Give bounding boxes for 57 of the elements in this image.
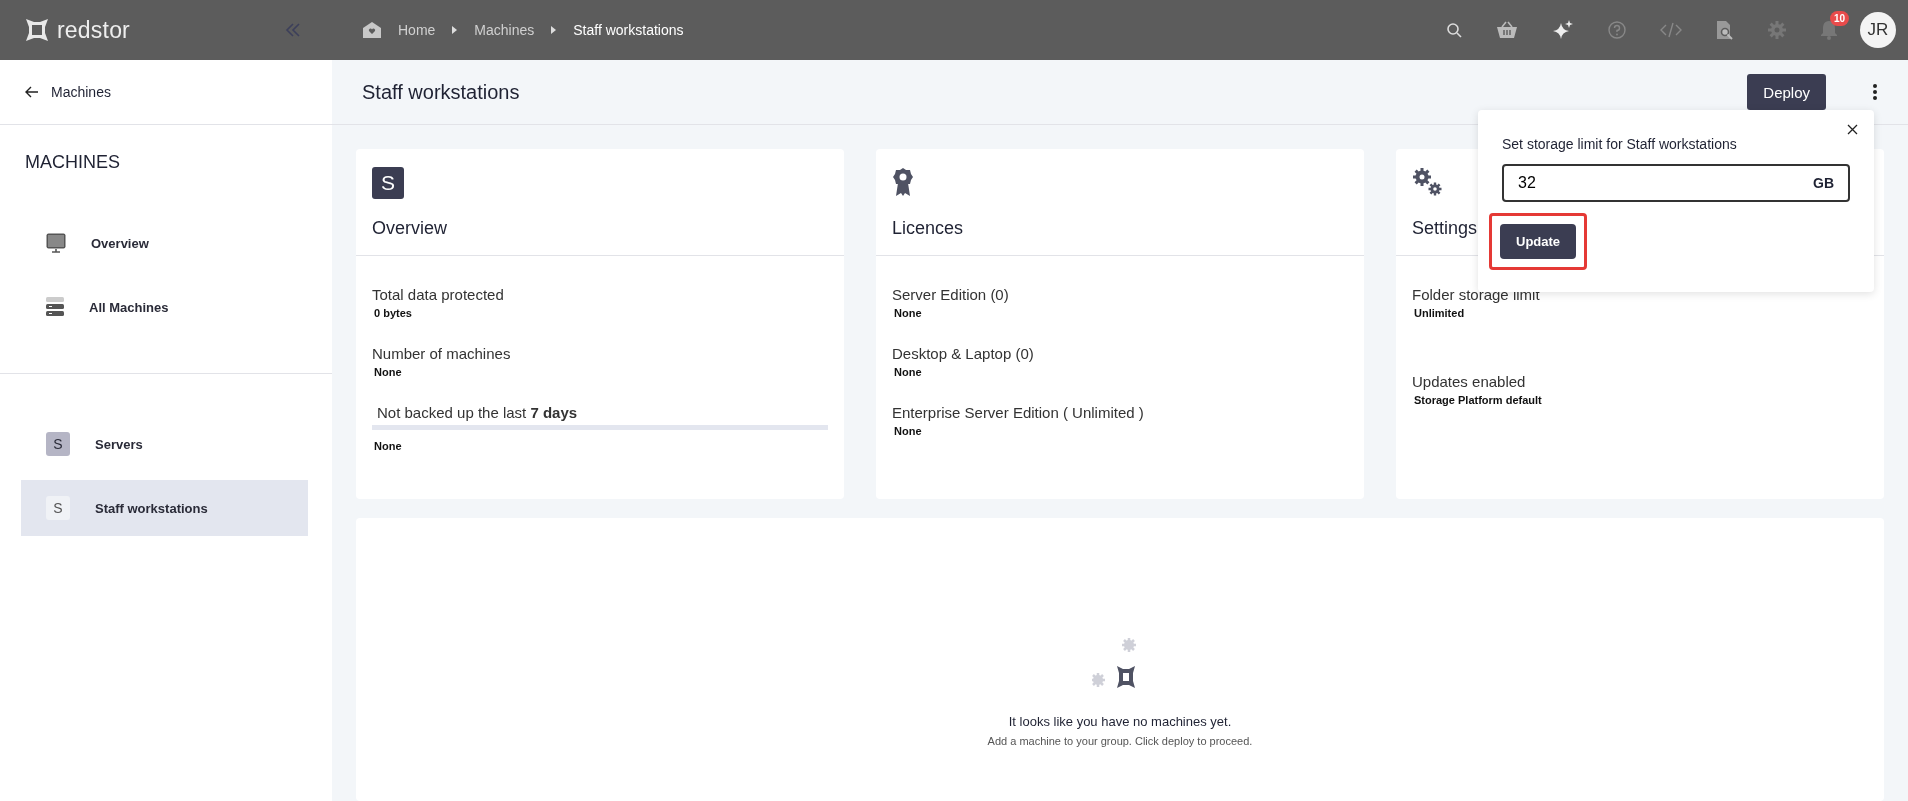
home-icon[interactable]	[362, 21, 382, 39]
field-label: Updates enabled	[1412, 373, 1527, 390]
letter-avatar: S	[46, 496, 70, 520]
award-ribbon-icon	[892, 167, 914, 197]
sidebar-item[interactable]: Overview	[21, 215, 308, 271]
sidebar-item[interactable]: S Servers	[21, 416, 308, 472]
user-avatar[interactable]: JR	[1860, 12, 1896, 48]
unit-label: GB	[1813, 175, 1834, 191]
back-arrow-icon[interactable]	[25, 86, 39, 98]
field-value: None	[893, 307, 923, 319]
field-label: Enterprise Server Edition ( Unlimited )	[892, 404, 1145, 421]
field-value: Storage Platform default	[1413, 394, 1543, 406]
help-icon[interactable]	[1608, 21, 1626, 39]
breadcrumb-link[interactable]: Home	[398, 22, 436, 38]
field-label: Total data protected	[372, 286, 505, 303]
bell-icon[interactable]	[1820, 20, 1838, 40]
field-value: Unlimited	[1413, 307, 1466, 319]
letter-avatar: S	[46, 432, 70, 456]
field-value: None	[373, 366, 403, 378]
gears-icon	[1412, 167, 1444, 197]
close-icon[interactable]	[1847, 124, 1858, 135]
server-icon	[46, 297, 64, 317]
breadcrumb-link[interactable]: Staff workstations	[573, 22, 684, 38]
sidebar-heading: MACHINES	[24, 151, 121, 173]
document-search-icon[interactable]	[1716, 20, 1734, 40]
notification-badge: 10	[1830, 11, 1850, 26]
field-value: None	[893, 425, 923, 437]
breadcrumb-link[interactable]: Machines	[474, 22, 535, 38]
chevron-icon	[550, 25, 558, 35]
field-label: Not backed up the last 7 days	[376, 404, 579, 421]
field-label: Server Edition (0)	[892, 286, 1010, 303]
field-value: 0 bytes	[373, 307, 413, 319]
sidebar-item[interactable]: All Machines	[21, 279, 308, 335]
empty-state-hint: Add a machine to your group. Click deploy to proceed.	[987, 735, 1253, 747]
card-title: Licences	[892, 218, 964, 239]
sidebar-item[interactable]: S Staff workstations	[21, 480, 308, 536]
deploy-button[interactable]: Deploy	[1747, 74, 1826, 110]
field-value: None	[893, 366, 923, 378]
back-link[interactable]: Machines	[51, 84, 111, 100]
page-title: Staff workstations	[362, 80, 521, 104]
basket-icon[interactable]	[1496, 21, 1518, 39]
update-button[interactable]: Update	[1500, 224, 1577, 259]
search-icon[interactable]	[1446, 22, 1462, 38]
empty-state-message: It looks like you have no machines yet.	[1008, 714, 1232, 729]
field-value: None	[373, 440, 403, 452]
card-title: Settings	[1412, 218, 1478, 239]
brand-name: redstor	[57, 16, 130, 44]
popover-title: Set storage limit for Staff workstations	[1502, 136, 1738, 152]
logo-icon	[23, 16, 51, 44]
card-title: Overview	[372, 218, 447, 239]
code-icon[interactable]	[1660, 22, 1682, 38]
field-label: Number of machines	[372, 345, 512, 362]
monitor-icon	[46, 233, 66, 253]
letter-avatar: S	[372, 167, 404, 199]
more-options-icon[interactable]	[1872, 83, 1878, 101]
field-label: Desktop & Laptop (0)	[892, 345, 1035, 362]
chevron-icon	[451, 25, 459, 35]
